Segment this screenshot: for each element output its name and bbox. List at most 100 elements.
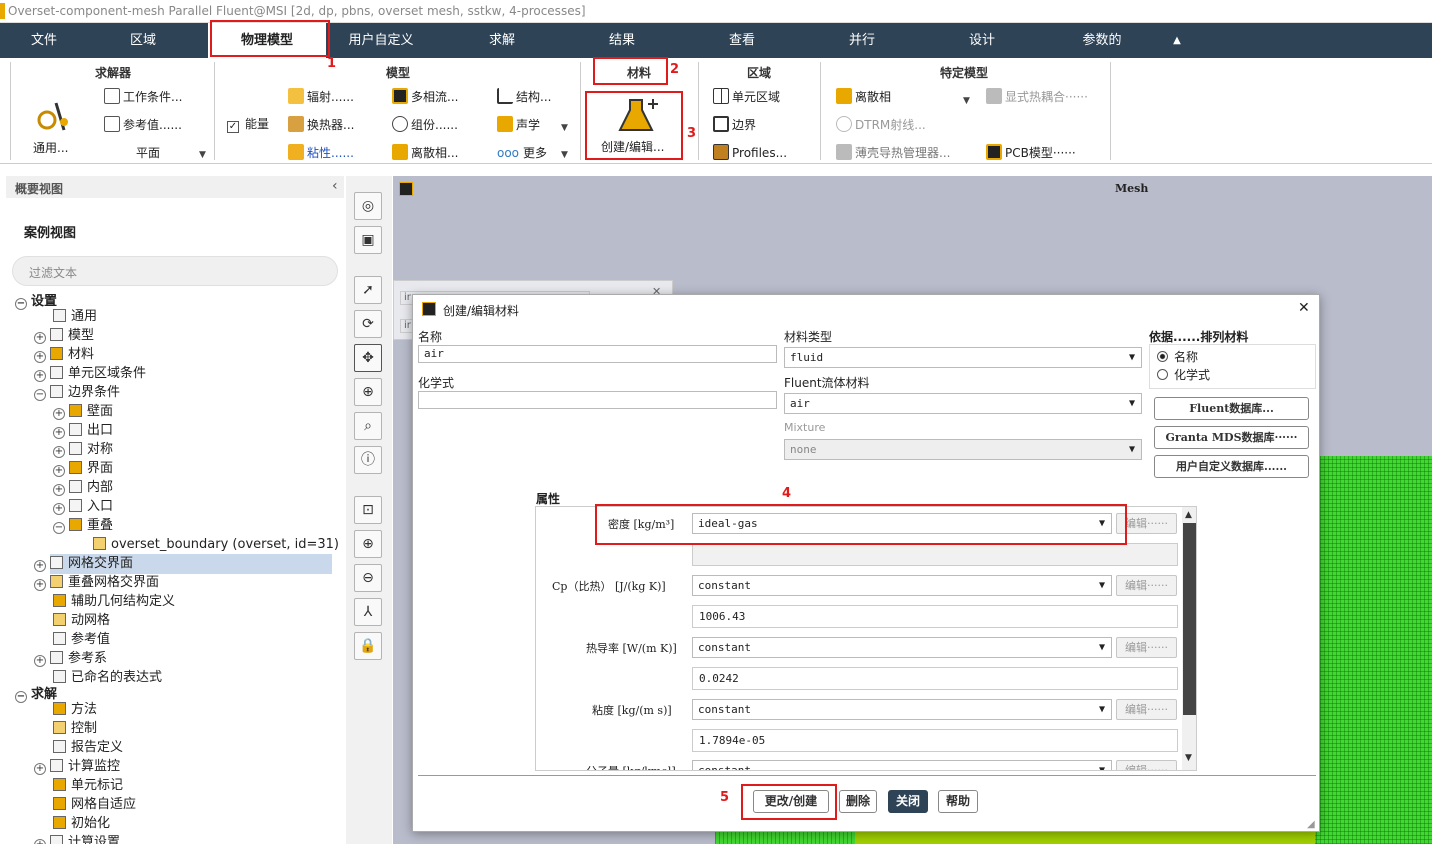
tree-item-interface[interactable]: + 界面 <box>53 459 113 478</box>
scrollbar-thumb[interactable] <box>1183 523 1196 715</box>
tab-design[interactable]: 设计 <box>932 23 1032 58</box>
tab-view[interactable]: 查看 <box>692 23 792 58</box>
scroll-down-icon[interactable]: ▼ <box>1185 753 1192 763</box>
chevron-down-icon[interactable]: ▼ <box>199 150 206 160</box>
info-icon[interactable]: ⓘ <box>354 446 382 474</box>
tree-item-wall[interactable]: + 壁面 <box>53 402 113 421</box>
structure-button[interactable]: 结构... <box>497 88 551 105</box>
dpm-button[interactable]: 离散相 <box>836 88 891 105</box>
fluent-materials-select[interactable]: air ▼ <box>784 393 1142 414</box>
density-edit-button[interactable]: 编辑······ <box>1116 513 1177 534</box>
tree-item-cell-zones[interactable]: + 单元区域条件 <box>34 364 146 383</box>
tree-item-overset-interfaces[interactable]: + 重叠网格交界面 <box>34 573 159 592</box>
iso-view-icon[interactable]: ▣ <box>354 226 382 254</box>
thermal-coupling-button[interactable]: 显式热耦合······ <box>986 88 1088 105</box>
collapse-icon[interactable]: ‹ <box>332 178 338 194</box>
boundary-button[interactable]: 边界 <box>713 116 756 133</box>
close-button[interactable]: 关闭 <box>888 790 928 813</box>
order-by-name-radio[interactable]: 名称 <box>1157 348 1198 365</box>
tree-item-outlet[interactable]: + 出口 <box>53 421 113 440</box>
delete-button[interactable]: 删除 <box>839 790 877 813</box>
thermal-conductivity-edit-button[interactable]: 编辑······ <box>1116 637 1177 658</box>
tab-user-defined[interactable]: 用户自定义 <box>330 23 432 58</box>
tree-item-report-definitions[interactable]: 报告定义 <box>53 738 123 757</box>
zoom-box-icon[interactable]: ⊕ <box>354 378 382 406</box>
chevron-down-icon[interactable]: ▼ <box>561 150 568 160</box>
tree-item-solution[interactable]: − 求解 <box>15 685 57 704</box>
tree-item-overset[interactable]: − 重叠 <box>53 516 113 535</box>
tree-item-reference-values[interactable]: 参考值 <box>53 630 110 649</box>
cell-zone-button[interactable]: 单元区域 <box>713 88 780 105</box>
density-method-select[interactable]: ideal-gas ▼ <box>692 513 1112 534</box>
zoom-icon[interactable]: ⌕ <box>354 412 382 440</box>
mixture-select[interactable]: none ▼ <box>784 439 1142 460</box>
select-pointer-icon[interactable]: ➚ <box>354 276 382 304</box>
shell-conduction-button[interactable]: 薄壳导热管理器... <box>836 144 950 161</box>
tree-item-models[interactable]: + 模型 <box>34 326 94 345</box>
cp-value[interactable]: 1006.43 <box>692 605 1178 628</box>
thermal-conductivity-value[interactable]: 0.0242 <box>692 667 1178 690</box>
dialog-close-icon[interactable]: ✕ <box>1298 300 1310 316</box>
general-icon[interactable] <box>34 98 74 134</box>
ribbon-collapse-icon[interactable]: ▲ <box>1162 23 1192 58</box>
thermal-conductivity-method-select[interactable]: constant ▼ <box>692 637 1112 658</box>
plane-dropdown[interactable]: 平面 <box>136 144 160 161</box>
name-input[interactable]: air <box>418 345 777 363</box>
tree-item-reference-frames[interactable]: + 参考系 <box>34 649 107 668</box>
tree-item-adaption[interactable]: 网格自适应 <box>53 795 136 814</box>
viscosity-edit-button[interactable]: 编辑······ <box>1116 699 1177 720</box>
chevron-down-icon[interactable]: ▼ <box>963 96 970 106</box>
tree-item-symmetry[interactable]: + 对称 <box>53 440 113 459</box>
flask-icon[interactable] <box>616 96 660 136</box>
chevron-down-icon[interactable]: ▼ <box>561 123 568 133</box>
tree-item-monitors[interactable]: + 计算监控 <box>34 757 120 776</box>
tree-item-materials[interactable]: + 材料 <box>34 345 94 364</box>
pcb-model-button[interactable]: PCB模型······ <box>986 144 1076 161</box>
user-database-button[interactable]: 用户自定义数据库...... <box>1154 455 1309 478</box>
tree-item-interior[interactable]: + 内部 <box>53 478 113 497</box>
viscosity-value[interactable]: 1.7894e-05 <box>692 729 1178 752</box>
heat-exchanger-button[interactable]: 换热器... <box>288 116 354 133</box>
multiphase-button[interactable]: 多相流... <box>392 88 458 105</box>
tree-item-calculation[interactable]: +计算设置 <box>34 833 120 844</box>
molecular-weight-method-select[interactable]: constant ▼ <box>692 760 1112 770</box>
filter-input[interactable]: 过滤文本 <box>12 256 338 286</box>
tab-physics[interactable]: 物理模型 <box>208 23 326 58</box>
fluent-database-button[interactable]: Fluent数据库... <box>1154 397 1309 420</box>
acoustics-button[interactable]: 声学 <box>497 116 540 133</box>
tree-item-boundary-conditions[interactable]: − 边界条件 <box>34 383 120 402</box>
tree-item-setup[interactable]: − 设置 <box>15 292 57 311</box>
general-button[interactable]: 通用... <box>33 139 68 156</box>
tree-item-named-expressions[interactable]: 已命名的表达式 <box>53 668 162 687</box>
tree-item-mesh-interfaces[interactable]: + 网格交界面 <box>34 554 133 573</box>
cp-method-select[interactable]: constant ▼ <box>692 575 1112 596</box>
tree-item-methods[interactable]: 方法 <box>53 700 97 719</box>
tab-solution[interactable]: 求解 <box>452 23 552 58</box>
radiation-button[interactable]: 辐射...... <box>288 88 354 105</box>
change-create-button[interactable]: 更改/创建 <box>753 790 829 813</box>
tab-domain[interactable]: 区域 <box>88 23 198 58</box>
zoom-fit-icon[interactable]: ⊡ <box>354 496 382 524</box>
dtrm-button[interactable]: DTRM射线... <box>836 116 926 133</box>
tree-item-controls[interactable]: 控制 <box>53 719 97 738</box>
cp-edit-button[interactable]: 编辑······ <box>1116 575 1177 596</box>
properties-scrollbar[interactable]: ▲ ▼ <box>1182 507 1196 770</box>
tree-item-initialization[interactable]: 初始化 <box>53 814 110 833</box>
fit-icon[interactable]: ◎ <box>354 192 382 220</box>
tab-results[interactable]: 结果 <box>572 23 672 58</box>
viscous-button[interactable]: 粘性...... <box>288 144 354 161</box>
tree-item-dynamic-mesh[interactable]: 动网格 <box>53 611 110 630</box>
scroll-up-icon[interactable]: ▲ <box>1185 510 1192 520</box>
discrete-phase-button[interactable]: 离散相... <box>392 144 458 161</box>
tree-item-overset-boundary[interactable]: overset_boundary (overset, id=31) <box>93 535 339 554</box>
zoom-in-icon[interactable]: ⊕ <box>354 530 382 558</box>
lock-icon[interactable]: 🔒 <box>354 632 382 660</box>
tab-parametric[interactable]: 参数的 <box>1052 23 1152 58</box>
help-button[interactable]: 帮助 <box>938 790 978 813</box>
tree-item-geometry[interactable]: 辅助几何结构定义 <box>53 592 175 611</box>
reference-values-button[interactable]: 参考值...... <box>104 116 182 133</box>
viscosity-method-select[interactable]: constant ▼ <box>692 699 1112 720</box>
granta-database-button[interactable]: Granta MDS数据库······ <box>1154 426 1309 449</box>
tree-item-cell-registers[interactable]: 单元标记 <box>53 776 123 795</box>
more-models-button[interactable]: ooo 更多 <box>497 144 547 161</box>
